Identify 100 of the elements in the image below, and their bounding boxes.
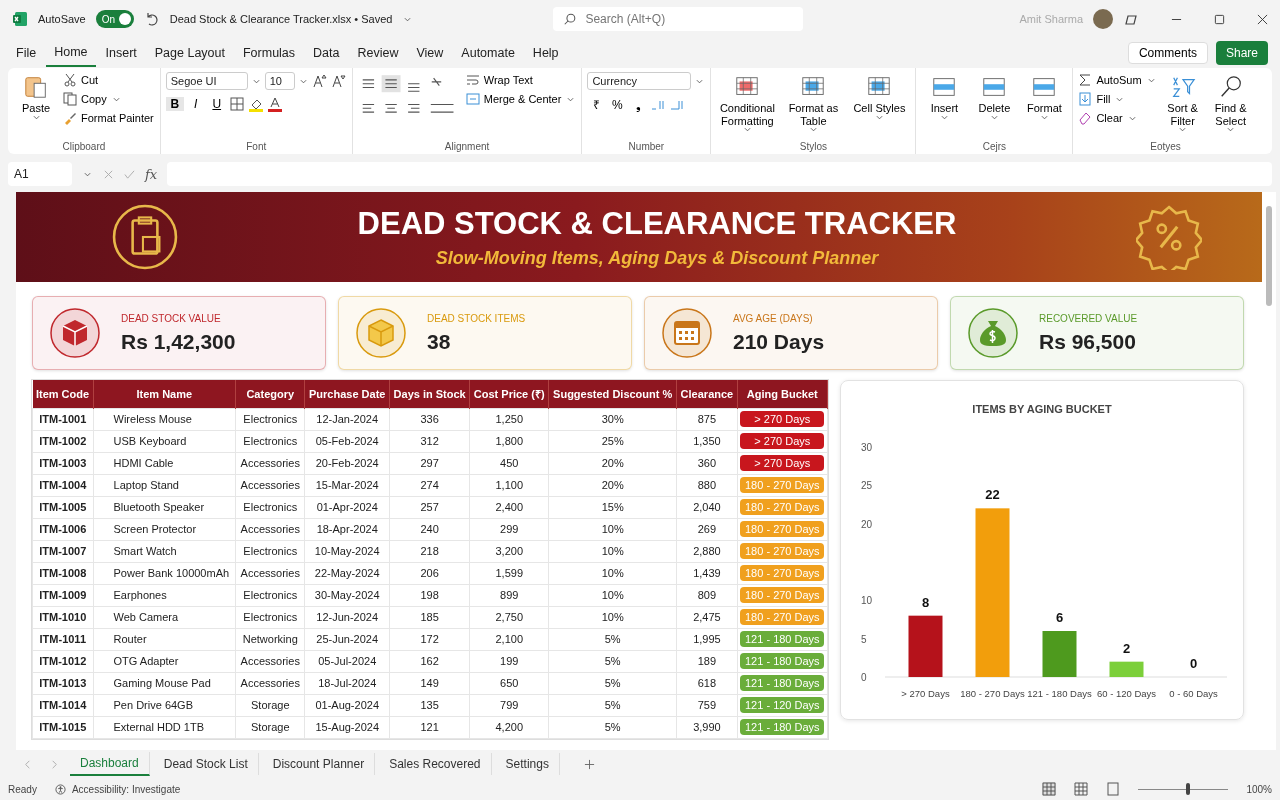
number-format-dropdown[interactable]: Currency — [587, 72, 692, 90]
group-label: Number — [627, 141, 666, 152]
menu-tab[interactable]: Page Layout — [146, 40, 233, 66]
table-cell: 172 — [389, 628, 470, 651]
name-box[interactable]: A1 — [8, 162, 72, 186]
styles-button[interactable]: Format as Table — [782, 72, 845, 135]
maximize-icon[interactable] — [1214, 13, 1225, 25]
cube-icon — [49, 307, 101, 359]
font-color-icon[interactable] — [266, 96, 283, 112]
kpi-label: DEAD STOCK VALUE — [121, 312, 222, 324]
axis-tick-label: 30 — [861, 442, 873, 453]
data-label: 2 — [1122, 640, 1131, 656]
cells-button[interactable]: Insert — [921, 72, 968, 122]
autosave-toggle[interactable]: On — [95, 10, 134, 28]
percent-button[interactable]: % — [608, 97, 627, 112]
zoom-slider-thumb[interactable] — [1185, 783, 1190, 795]
paste-button[interactable]: Paste — [13, 72, 59, 122]
money-bag-icon — [967, 307, 1019, 359]
menu-tab[interactable]: Insert — [97, 40, 145, 66]
percent-badge-icon — [1136, 204, 1202, 270]
page-layout-icon[interactable] — [1074, 782, 1089, 796]
sheet-tab[interactable]: Discount Planner — [262, 753, 376, 775]
aging-badge: 180 - 270 Days — [740, 521, 825, 537]
format-painter-button[interactable]: Format Painter — [80, 110, 155, 126]
caret-icon — [84, 171, 91, 177]
normal-view-icon[interactable] — [1042, 782, 1057, 796]
sheet-tab[interactable]: Sales Recovered — [379, 753, 492, 775]
table-cell: ITM-1008 — [32, 562, 94, 585]
insert-function-button[interactable]: fx — [145, 166, 158, 182]
accessibility-icon[interactable] — [54, 783, 66, 795]
caret-icon — [990, 114, 998, 120]
table-cell: OTG Adapter — [93, 650, 236, 673]
data-label: 22 — [985, 487, 1000, 503]
table-cell: 05-Feb-2024 — [304, 430, 390, 453]
cut-button[interactable]: Cut — [80, 72, 100, 88]
table-cell: 1,599 — [469, 562, 549, 585]
menu-tab[interactable]: Review — [349, 40, 407, 66]
cells-button[interactable]: Delete — [971, 72, 1018, 122]
merge-center-button[interactable]: Merge & Center — [482, 91, 563, 107]
borders-icon[interactable] — [228, 96, 245, 112]
zoom-level[interactable]: 100% — [1246, 783, 1272, 795]
file-name[interactable]: Dead Stock & Clearance Tracker.xlsx • Saved — [169, 13, 393, 25]
currency-button[interactable]: ₹ — [587, 96, 606, 113]
table-cell: ITM-1011 — [32, 628, 94, 651]
sigma-icon — [1078, 73, 1093, 87]
cells-button[interactable]: Format — [1021, 72, 1068, 122]
sheet-tab[interactable]: Dead Stock List — [153, 753, 259, 775]
menu-tab[interactable]: Formulas — [234, 40, 304, 66]
table-cell: 5% — [548, 694, 677, 717]
fill-button[interactable]: Fill — [1095, 91, 1112, 107]
sheet-tab[interactable]: Dashboard — [70, 752, 150, 776]
styles-button[interactable]: Cell Styles — [848, 72, 911, 122]
table-cell: Gaming Mouse Pad — [93, 672, 236, 695]
share-button[interactable]: Share — [1215, 41, 1268, 65]
table-cell: 199 — [469, 650, 549, 673]
add-sheet-icon[interactable] — [583, 758, 595, 770]
comments-button[interactable]: Comments — [1127, 42, 1208, 64]
italic-button[interactable]: I — [186, 97, 205, 111]
table-cell: 269 — [676, 518, 738, 541]
autosum-button[interactable]: AutoSum — [1095, 72, 1143, 88]
bold-button[interactable]: B — [165, 97, 184, 111]
table-cell: 5% — [548, 716, 677, 739]
close-icon[interactable] — [1257, 13, 1268, 25]
menu-tab[interactable]: Help — [524, 40, 567, 66]
search-field[interactable]: Search (Alt+Q) — [553, 7, 804, 31]
table-cell: 618 — [676, 672, 738, 695]
table-cell: 799 — [469, 694, 549, 717]
merge-icon — [465, 92, 480, 106]
excel-logo-icon — [12, 11, 28, 27]
grow-font-icon[interactable] — [311, 73, 328, 89]
styles-button[interactable]: Conditional Formatting — [716, 72, 779, 135]
table-cell: ITM-1001 — [32, 408, 94, 431]
aging-badge: 121 - 120 Days — [740, 697, 825, 713]
underline-button[interactable]: U — [207, 97, 226, 111]
sort-filter-button[interactable]: Sort & Filter — [1160, 72, 1205, 135]
font-size-dropdown[interactable]: 10 — [264, 72, 295, 90]
find-select-button[interactable]: Find & Select — [1208, 72, 1253, 135]
menu-tab[interactable]: Automate — [453, 40, 523, 66]
font-name-dropdown[interactable]: Segoe UI — [165, 72, 248, 90]
accessibility-status[interactable]: Accessibility: Investigate — [71, 783, 181, 795]
sheet-tab[interactable]: Settings — [495, 753, 560, 775]
comma-button[interactable]: ❟ — [629, 97, 648, 112]
clear-button[interactable]: Clear — [1095, 110, 1124, 126]
table-cell: 206 — [389, 562, 470, 585]
copy-button[interactable]: Copy — [80, 91, 108, 107]
copy-icon — [63, 92, 77, 106]
axis-tick-label: 25 — [861, 480, 873, 492]
shrink-font-icon[interactable] — [330, 73, 347, 89]
avatar[interactable] — [1093, 9, 1113, 29]
table-cell: Electronics — [235, 496, 305, 519]
table-cell: 257 — [389, 496, 470, 519]
axis-category-label: 180 - 270 Days — [960, 688, 1025, 699]
table-cell: Pen Drive 64GB — [93, 694, 236, 717]
menu-tab[interactable]: File — [8, 40, 45, 66]
menu-tab[interactable]: View — [408, 40, 452, 66]
wrap-text-button[interactable]: Wrap Text — [482, 72, 534, 88]
table-cell: 25-Jun-2024 — [304, 628, 390, 651]
caret-icon — [1227, 127, 1235, 133]
table-cell: 297 — [389, 452, 470, 475]
menu-tab[interactable]: Data — [305, 40, 348, 66]
